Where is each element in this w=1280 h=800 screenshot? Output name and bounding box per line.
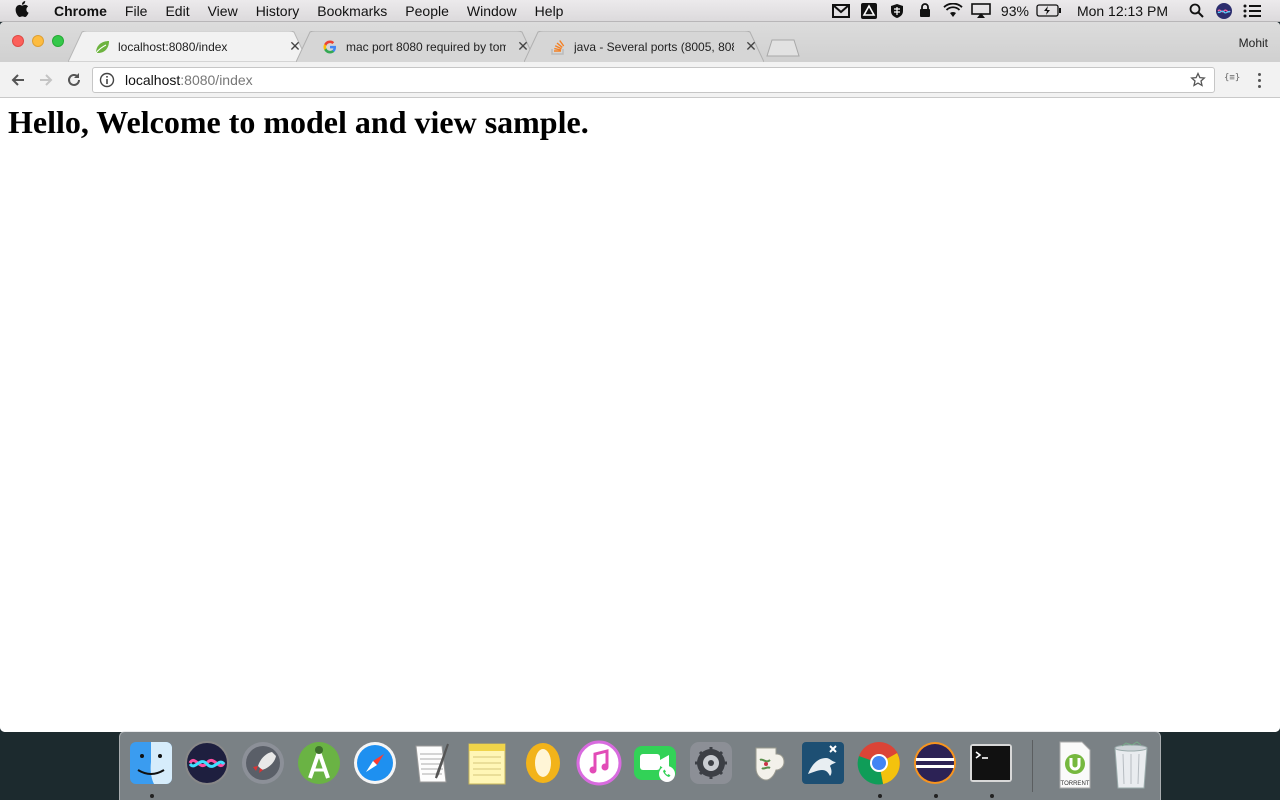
- airplay-icon[interactable]: [967, 0, 995, 22]
- url-path: :8080/index: [180, 72, 253, 88]
- info-icon[interactable]: [99, 72, 115, 88]
- bookmark-star-icon[interactable]: [1190, 72, 1206, 88]
- browser-toolbar: localhost:8080/index {≡}: [0, 62, 1280, 98]
- reload-icon: [68, 72, 80, 86]
- dock-trash-icon[interactable]: [1108, 740, 1156, 790]
- back-arrow-icon: [11, 73, 24, 86]
- forward-arrow-icon: [40, 73, 53, 86]
- vpn-shield-icon[interactable]: [883, 0, 911, 22]
- window-close-button[interactable]: [12, 35, 24, 47]
- apple-icon[interactable]: [0, 0, 44, 21]
- siri-icon[interactable]: [1210, 0, 1238, 22]
- lock-icon[interactable]: [911, 0, 939, 22]
- dock-terminal-icon[interactable]: [968, 740, 1016, 790]
- dock-opera-icon[interactable]: [520, 740, 568, 790]
- spring-leaf-icon: [94, 39, 110, 55]
- mail-icon[interactable]: [827, 0, 855, 22]
- url-host: localhost: [125, 72, 181, 88]
- dock-itunes-icon[interactable]: [576, 740, 624, 790]
- dock-launchpad-icon[interactable]: [240, 740, 288, 790]
- dock-safari-icon[interactable]: [352, 740, 400, 790]
- drive-icon[interactable]: [855, 0, 883, 22]
- menu-bookmarks[interactable]: Bookmarks: [308, 3, 396, 19]
- menu-clock[interactable]: Mon 12:13 PM: [1063, 3, 1182, 19]
- macos-dock: TORRENT: [119, 731, 1161, 800]
- tab-mac-port-8080[interactable]: mac port 8080 required by tomcat ✕: [296, 31, 536, 62]
- tab-title: localhost:8080/index: [118, 39, 228, 54]
- window-zoom-button[interactable]: [52, 35, 64, 47]
- wifi-icon[interactable]: [939, 0, 967, 22]
- forward-button[interactable]: [33, 67, 59, 93]
- back-button[interactable]: [5, 67, 31, 93]
- google-g-icon: [322, 39, 338, 55]
- notification-center-icon[interactable]: [1238, 0, 1266, 22]
- macos-menu-bar: Chrome File Edit View History Bookmarks …: [0, 0, 1280, 22]
- spotlight-search-icon[interactable]: [1182, 0, 1210, 22]
- tab-close-icon[interactable]: ✕: [744, 38, 758, 55]
- menu-view[interactable]: View: [199, 3, 247, 19]
- battery-charging-icon[interactable]: [1035, 0, 1063, 22]
- chrome-menu-icon[interactable]: [1252, 70, 1266, 90]
- reload-button[interactable]: [61, 67, 87, 93]
- menu-help[interactable]: Help: [526, 3, 573, 19]
- dock-utorrent-icon[interactable]: TORRENT: [1052, 740, 1100, 790]
- address-bar[interactable]: localhost:8080/index: [92, 67, 1215, 93]
- profile-name[interactable]: Mohit: [1239, 36, 1268, 50]
- menu-window[interactable]: Window: [458, 3, 526, 19]
- tab-title: mac port 8080 required by tomcat: [346, 39, 506, 54]
- dock-separator: [1032, 740, 1033, 792]
- running-indicator: [878, 794, 882, 798]
- dock-mysql-workbench-icon[interactable]: [800, 740, 848, 790]
- menu-history[interactable]: History: [247, 3, 309, 19]
- dock-textedit-icon[interactable]: [408, 740, 456, 790]
- window-minimize-button[interactable]: [32, 35, 44, 47]
- dock-notes-icon[interactable]: [464, 740, 512, 790]
- battery-percentage[interactable]: 93%: [995, 3, 1035, 19]
- app-menu-chrome[interactable]: Chrome: [44, 3, 116, 19]
- dock-system-preferences-icon[interactable]: [688, 740, 736, 790]
- menu-edit[interactable]: Edit: [156, 3, 198, 19]
- dock-sequel-pro-icon[interactable]: [744, 740, 792, 790]
- dock-siri-icon[interactable]: [184, 740, 232, 790]
- menu-file[interactable]: File: [116, 3, 157, 19]
- torrent-label: TORRENT: [1061, 781, 1090, 787]
- dock-google-chrome-icon[interactable]: [856, 740, 904, 790]
- running-indicator: [934, 794, 938, 798]
- stackoverflow-icon: [550, 39, 566, 55]
- running-indicator: [150, 794, 154, 798]
- dock-facetime-icon[interactable]: [632, 740, 680, 790]
- window-controls: [12, 35, 64, 47]
- dock-android-studio-icon[interactable]: [296, 740, 344, 790]
- tab-java-several-ports[interactable]: java - Several ports (8005, 8080 ✕: [524, 31, 764, 62]
- tab-title: java - Several ports (8005, 8080: [574, 39, 734, 54]
- json-formatter-extension-icon[interactable]: {≡}: [1224, 73, 1240, 83]
- page-content: Hello, Welcome to model and view sample.: [0, 98, 1280, 732]
- chrome-window: localhost:8080/index ✕ mac port 8080 req…: [0, 22, 1280, 732]
- page-heading: Hello, Welcome to model and view sample.: [8, 104, 589, 140]
- dock-eclipse-icon[interactable]: [912, 740, 960, 790]
- tab-localhost-index[interactable]: localhost:8080/index ✕: [68, 31, 308, 62]
- menu-people[interactable]: People: [396, 3, 458, 19]
- dock-finder-icon[interactable]: [128, 740, 176, 790]
- new-tab-button[interactable]: [766, 39, 800, 57]
- tab-strip: localhost:8080/index ✕ mac port 8080 req…: [0, 22, 1280, 62]
- running-indicator: [990, 794, 994, 798]
